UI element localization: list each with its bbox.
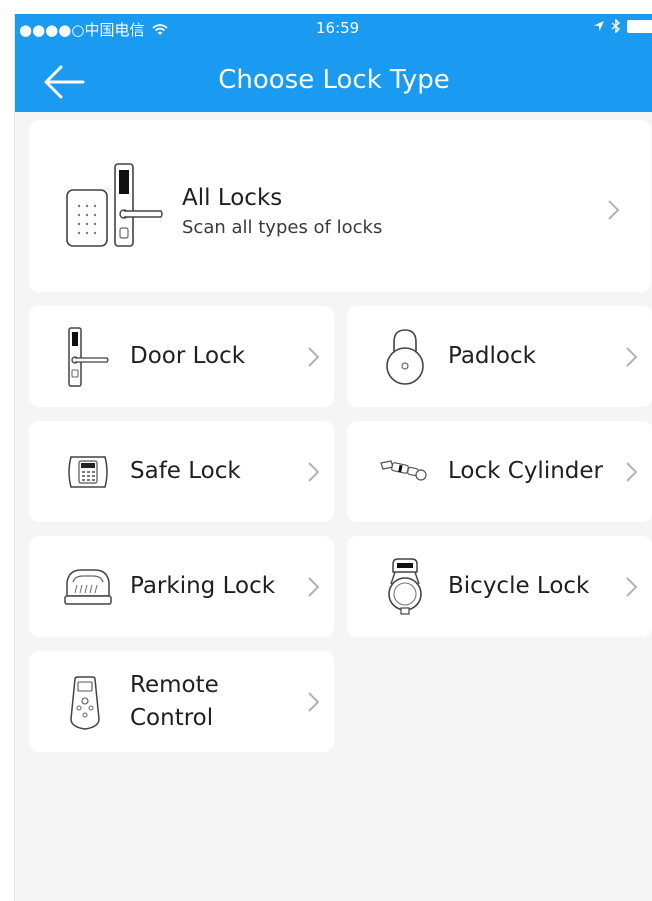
location-arrow-icon xyxy=(594,21,604,31)
lock-type-label: Parking Lock xyxy=(130,573,276,599)
lock-type-parking-lock[interactable]: Parking Lock xyxy=(29,536,334,637)
keypad-door-lock-icon xyxy=(66,163,163,247)
lock-type-safe-lock[interactable]: Safe Lock xyxy=(29,421,334,522)
safe-lock-icon xyxy=(68,456,108,488)
lock-cylinder-icon xyxy=(380,460,427,481)
phone-screen: ●●●●○中国电信 16:59 Choose Lock Type All Loc… xyxy=(14,14,652,901)
chevron-right-icon xyxy=(626,347,638,367)
lock-type-label: Safe Lock xyxy=(130,458,241,484)
parking-lock-icon xyxy=(64,569,112,605)
lock-type-bicycle-lock[interactable]: Bicycle Lock xyxy=(347,536,652,637)
all-locks-title: All Locks xyxy=(182,185,283,211)
lock-type-label-line1: Remote xyxy=(130,672,219,698)
chevron-right-icon xyxy=(626,577,638,597)
padlock-icon xyxy=(386,329,424,385)
chevron-right-icon xyxy=(308,347,320,367)
lock-type-label-line2: Control xyxy=(130,705,214,731)
remote-control-icon xyxy=(70,676,100,730)
carrier-signal: ●●●●○中国电信 xyxy=(19,19,168,40)
all-locks-card[interactable]: All Locks Scan all types of locks xyxy=(29,120,651,292)
page-title: Choose Lock Type xyxy=(218,65,450,95)
app-header: ●●●●○中国电信 16:59 Choose Lock Type xyxy=(15,14,652,112)
lock-type-label: Bicycle Lock xyxy=(448,573,590,599)
lock-type-label: Padlock xyxy=(448,343,536,369)
lock-type-label: Lock Cylinder xyxy=(448,458,603,484)
chevron-right-icon xyxy=(308,692,320,712)
lock-type-padlock[interactable]: Padlock xyxy=(347,306,652,407)
battery-icon xyxy=(627,19,652,33)
chevron-right-icon xyxy=(308,462,320,482)
chevron-right-icon xyxy=(308,577,320,597)
chevron-right-icon xyxy=(626,462,638,482)
all-locks-subtitle: Scan all types of locks xyxy=(182,217,383,238)
lock-type-remote-control[interactable]: Remote Control xyxy=(29,651,334,752)
door-lock-icon xyxy=(68,327,109,387)
status-time: 16:59 xyxy=(316,19,360,37)
chevron-right-icon xyxy=(608,200,620,220)
lock-type-label: Door Lock xyxy=(130,343,246,369)
bluetooth-icon xyxy=(611,19,621,33)
wifi-icon xyxy=(152,24,168,35)
lock-type-door-lock[interactable]: Door Lock xyxy=(29,306,334,407)
status-icons xyxy=(593,19,652,33)
status-bar: ●●●●○中国电信 16:59 xyxy=(15,14,652,46)
bicycle-lock-icon xyxy=(388,558,422,615)
lock-type-lock-cylinder[interactable]: Lock Cylinder xyxy=(347,421,652,522)
carrier-name: ●●●●○中国电信 xyxy=(19,21,145,39)
